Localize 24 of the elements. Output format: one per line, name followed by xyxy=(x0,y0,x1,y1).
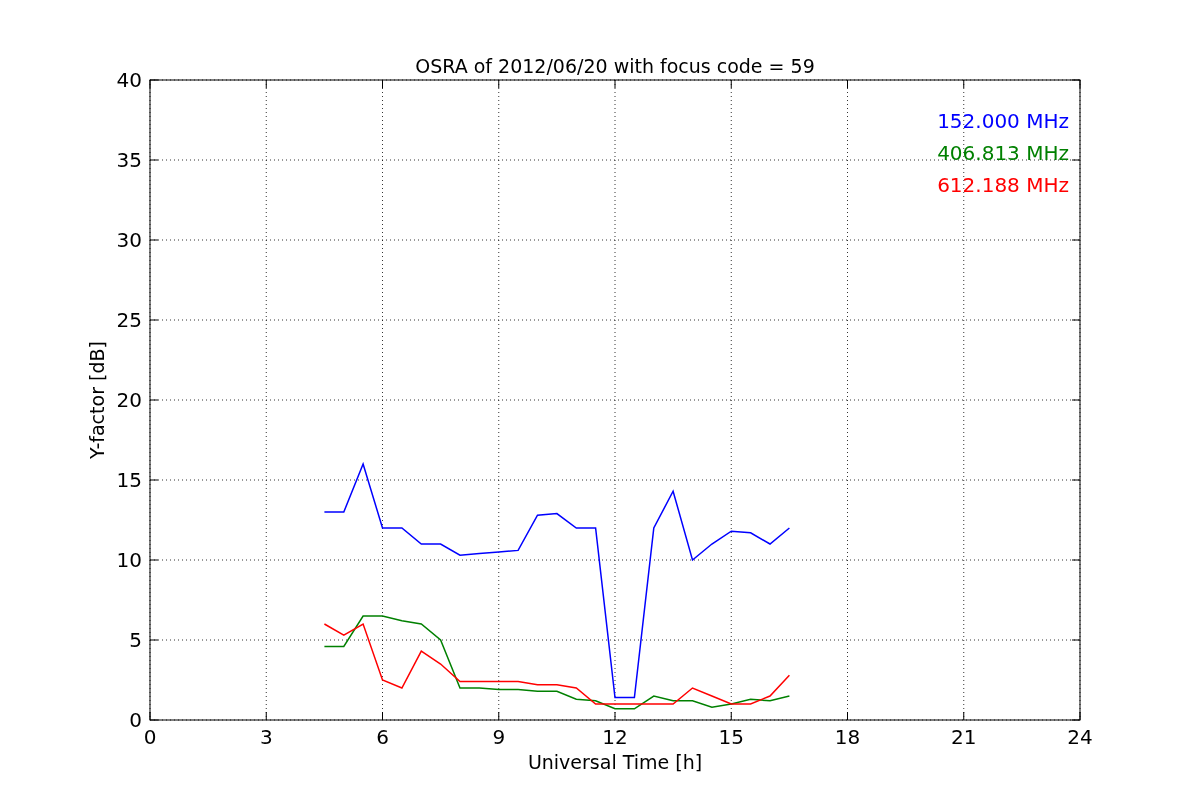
legend-label: 152.000 MHz xyxy=(937,109,1069,133)
tick-label: 30 xyxy=(116,228,142,252)
tick-label: 35 xyxy=(116,148,142,172)
tick-label: 15 xyxy=(116,468,142,492)
tick-label: 10 xyxy=(116,548,142,572)
tick-label: 6 xyxy=(376,725,389,749)
tick-label: 18 xyxy=(834,725,861,749)
legend-label: 612.188 MHz xyxy=(937,173,1069,197)
legend-label: 406.813 MHz xyxy=(937,141,1069,165)
tick-label: 0 xyxy=(129,708,142,732)
x-axis-label: Universal Time [h] xyxy=(527,751,703,773)
y-axis-label: Y-factor [dB] xyxy=(86,341,108,459)
tick-label: 24 xyxy=(1067,725,1093,749)
tick-label: 21 xyxy=(951,725,977,749)
tick-label: 25 xyxy=(116,308,142,332)
chart-title: OSRA of 2012/06/20 with focus code = 59 xyxy=(415,55,815,77)
tick-label: 15 xyxy=(718,725,744,749)
tick-label: 20 xyxy=(116,388,142,412)
tick-label: 9 xyxy=(492,725,506,749)
tick-label: 3 xyxy=(259,725,273,749)
tick-label: 40 xyxy=(116,68,142,92)
tick-label: 5 xyxy=(129,628,142,652)
tick-label: 0 xyxy=(143,725,157,749)
tick-label: 12 xyxy=(602,725,628,749)
